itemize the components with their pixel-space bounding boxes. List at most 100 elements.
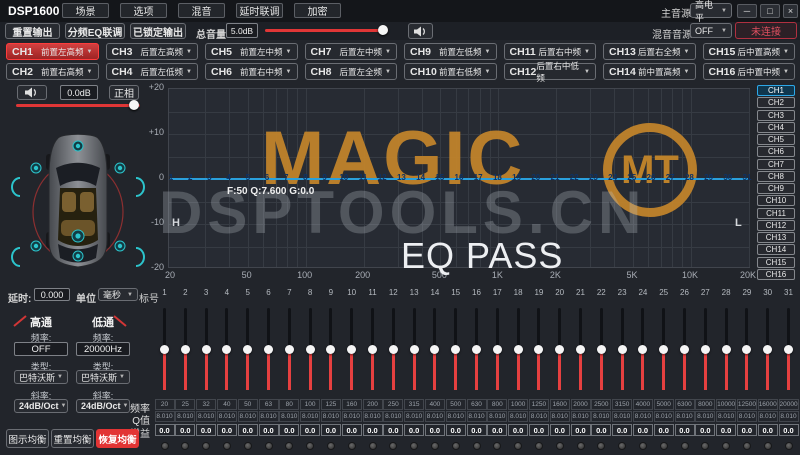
band-bypass-knob[interactable] (597, 442, 606, 450)
slider-knob[interactable] (784, 345, 793, 354)
band-bypass-knob[interactable] (410, 442, 419, 450)
slider-knob[interactable] (430, 345, 440, 354)
channel-select-ch14[interactable]: CH14 前中置高频 ▼ (603, 63, 696, 80)
master-volume-slider-knob[interactable] (378, 25, 388, 35)
mix-source-dropdown[interactable]: OFF ▼ (690, 23, 732, 38)
reset-output-button[interactable]: 重置输出 (5, 23, 60, 39)
band-gain-value[interactable]: 0.0 (632, 424, 653, 436)
slider-knob[interactable] (513, 345, 523, 354)
menu-button-5[interactable]: 加密 (294, 3, 341, 18)
channel-select-ch6[interactable]: CH6 前置右中频 ▼ (205, 63, 298, 80)
channel-tab-ch3[interactable]: CH3 (757, 109, 795, 121)
eq-band-point[interactable]: 22 (566, 173, 582, 182)
slider-knob[interactable] (201, 345, 211, 354)
slider-knob[interactable] (264, 345, 273, 354)
band-gain-value[interactable]: 0.0 (778, 424, 799, 436)
slider-knob[interactable] (326, 345, 336, 354)
close-button[interactable]: × (783, 4, 798, 18)
channel-select-ch1[interactable]: CH1 前置左高频 ▼ (6, 43, 99, 60)
band-gain-value[interactable]: 0.0 (237, 424, 258, 436)
channel-select-ch4[interactable]: CH4 后置左低频 ▼ (105, 63, 198, 80)
band-gain-value[interactable]: 0.0 (736, 424, 757, 436)
locked-output-button[interactable]: 已锁定输出 (130, 23, 186, 39)
channel-tab-ch5[interactable]: CH5 (757, 134, 795, 145)
slider-knob[interactable] (555, 345, 565, 354)
eq-band-point[interactable]: 18 (489, 173, 505, 182)
band-gain-value[interactable]: 0.0 (591, 424, 612, 436)
band-bypass-knob[interactable] (534, 442, 543, 450)
slider-knob[interactable] (222, 345, 232, 354)
channel-tab-ch13[interactable]: CH13 (757, 232, 795, 243)
eq-band-point[interactable]: 20 (528, 173, 544, 182)
maximize-button[interactable]: □ (760, 4, 780, 18)
band-gain-value[interactable]: 0.0 (487, 424, 508, 436)
band-bypass-knob[interactable] (160, 442, 169, 450)
band-gain-value[interactable]: 0.0 (258, 424, 279, 436)
slider-knob[interactable] (700, 345, 710, 354)
lowpass-marker[interactable]: L (735, 217, 742, 229)
slider-knob[interactable] (451, 345, 461, 354)
eq-band-point[interactable]: 4 (221, 173, 237, 182)
eq-band-point[interactable]: 16 (451, 173, 467, 182)
slider-knob[interactable] (576, 345, 585, 354)
channel-mute-button[interactable] (17, 85, 47, 100)
channel-tab-ch8[interactable]: CH8 (757, 170, 795, 182)
channel-tab-ch16[interactable]: CH16 (757, 268, 795, 280)
connection-status-button[interactable]: 未连接 (735, 22, 797, 39)
highpass-marker[interactable]: H (172, 217, 180, 229)
channel-tab-ch12[interactable]: CH12 (757, 219, 795, 231)
eq-band-point[interactable]: 21 (547, 173, 563, 182)
band-bypass-knob[interactable] (222, 442, 231, 450)
eq-band-point[interactable]: 9 (317, 173, 333, 182)
band-bypass-knob[interactable] (306, 442, 315, 450)
eq-band-point[interactable]: 6 (259, 173, 275, 182)
channel-tab-ch10[interactable]: CH10 (757, 195, 795, 207)
slider-knob[interactable] (243, 345, 253, 354)
channel-tab-ch1[interactable]: CH1 (757, 85, 795, 96)
eq-band-point[interactable]: 19 (509, 173, 525, 182)
band-bypass-knob[interactable] (202, 442, 211, 450)
slider-knob[interactable] (305, 345, 315, 354)
slider-knob[interactable] (534, 345, 544, 354)
channel-select-ch7[interactable]: CH7 后置左中频 ▼ (304, 43, 397, 60)
channel-select-ch2[interactable]: CH2 前置右高频 ▼ (6, 63, 99, 80)
eq-band-point[interactable]: 13 (393, 173, 409, 182)
band-bypass-knob[interactable] (368, 442, 377, 450)
band-bypass-knob[interactable] (659, 442, 668, 450)
band-gain-value[interactable]: 0.0 (300, 424, 321, 436)
eq-band-point[interactable]: 12 (374, 173, 390, 182)
eq-plot[interactable]: MAGIC MT DSPTOOLS.CN EQ PASS H L F:50 Q:… (159, 88, 751, 276)
menu-button-1[interactable]: 场景 (62, 3, 109, 18)
eq-band-point[interactable]: 30 (720, 173, 736, 182)
band-bypass-knob[interactable] (742, 442, 751, 450)
band-gain-value[interactable]: 0.0 (570, 424, 591, 436)
channel-select-ch3[interactable]: CH3 后置左高频 ▼ (105, 43, 198, 60)
slider-knob[interactable] (409, 345, 419, 354)
band-gain-value[interactable]: 0.0 (716, 424, 737, 436)
slider-knob[interactable] (742, 345, 752, 354)
lowpass-type-dropdown[interactable]: 巴特沃斯 ▼ (76, 370, 130, 384)
eq-band-point[interactable]: 23 (585, 173, 601, 182)
eq-band-point[interactable]: 1 (163, 173, 179, 182)
band-gain-value[interactable]: 0.0 (757, 424, 778, 436)
channel-select-ch15[interactable]: CH15 后中置高频 ▼ (702, 43, 795, 60)
band-gain-value[interactable]: 0.0 (508, 424, 529, 436)
menu-button-4[interactable]: 延时联调 (236, 3, 283, 18)
band-bypass-knob[interactable] (264, 442, 273, 450)
eq-band-point[interactable]: 28 (681, 173, 697, 182)
band-bypass-knob[interactable] (701, 442, 710, 450)
band-bypass-knob[interactable] (430, 442, 439, 450)
band-bypass-knob[interactable] (472, 442, 481, 450)
band-gain-value[interactable]: 0.0 (362, 424, 383, 436)
eq-band-point[interactable]: 2 (182, 173, 198, 182)
slider-knob[interactable] (763, 345, 773, 354)
channel-select-ch13[interactable]: CH13 后置右全频 ▼ (603, 43, 696, 60)
band-bypass-knob[interactable] (618, 442, 627, 450)
band-gain-value[interactable]: 0.0 (216, 424, 237, 436)
crossover-eq-link-button[interactable]: 分频EQ联调 (65, 23, 125, 39)
band-gain-value[interactable]: 0.0 (383, 424, 404, 436)
band-bypass-knob[interactable] (722, 442, 731, 450)
band-bypass-knob[interactable] (243, 442, 252, 450)
band-bypass-knob[interactable] (347, 442, 356, 450)
channel-tab-ch6[interactable]: CH6 (757, 146, 795, 158)
